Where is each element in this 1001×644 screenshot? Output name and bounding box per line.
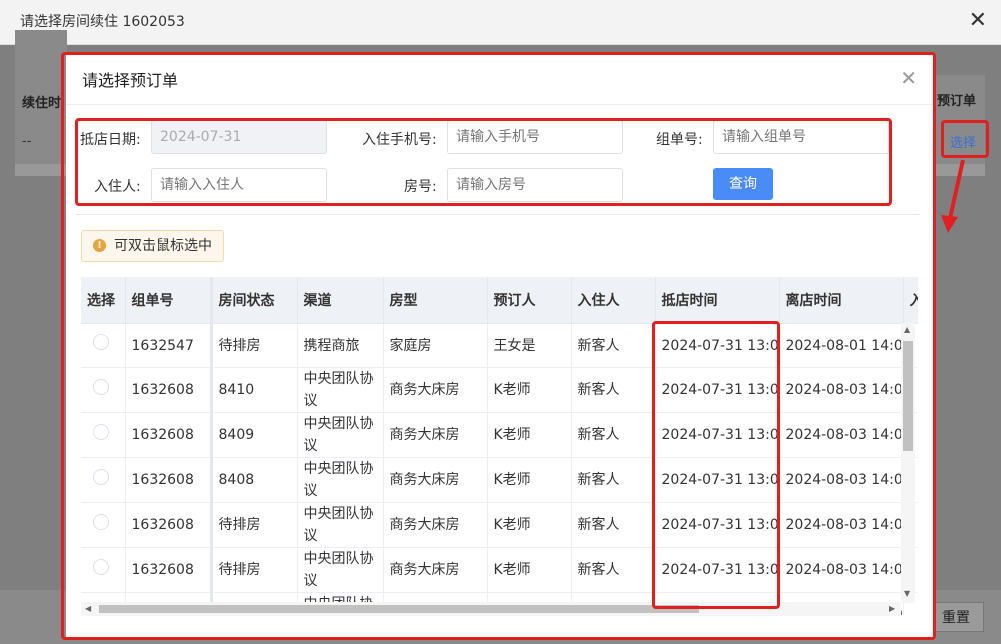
- highlight-arrival-column-box: [652, 321, 780, 609]
- outer-scrollbar-left[interactable]: [15, 164, 67, 176]
- highlight-select-link-box: [941, 120, 989, 158]
- outer-dialog-header: 请选择房间续住 1602053 ✕: [0, 0, 1001, 45]
- outer-dialog-title: 请选择房间续住 1602053: [20, 14, 185, 30]
- outer-close-icon[interactable]: ✕: [969, 8, 987, 34]
- reset-button[interactable]: 重置: [928, 602, 984, 632]
- outer-cell-extend: --: [22, 134, 32, 149]
- annotation-arrow-icon: [941, 159, 965, 233]
- highlight-form-box: [75, 118, 892, 206]
- outer-col-header-booking: 预订单: [937, 94, 977, 109]
- outer-col-header-extend: 续住时: [22, 96, 62, 111]
